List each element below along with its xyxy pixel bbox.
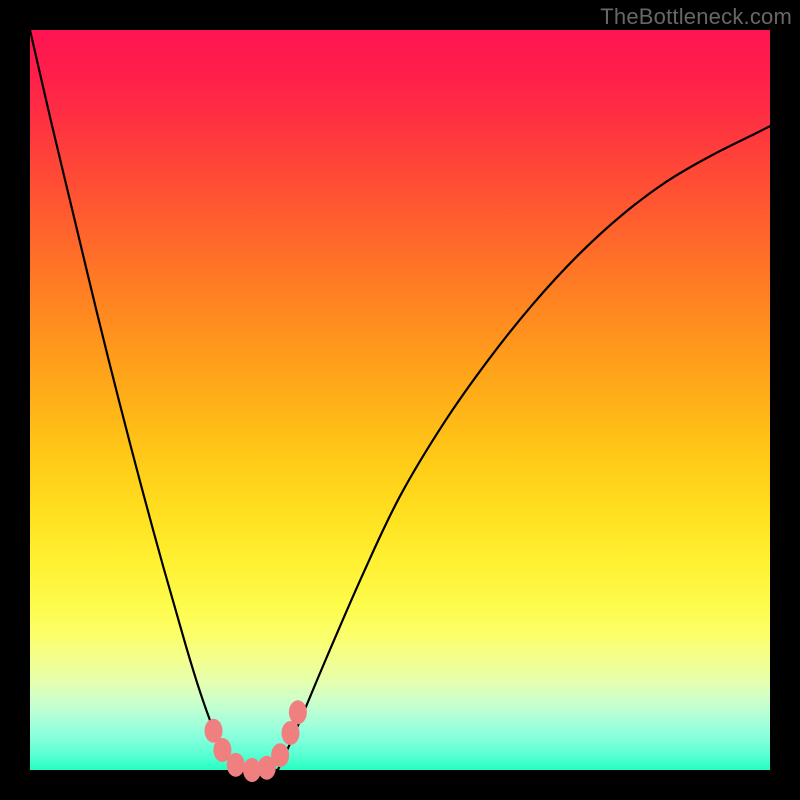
marker-group xyxy=(205,700,307,782)
bottleneck-curve xyxy=(30,30,770,773)
valley-marker xyxy=(271,743,289,767)
watermark-text: TheBottleneck.com xyxy=(600,4,792,30)
valley-marker xyxy=(227,753,245,777)
curve-group xyxy=(30,30,770,773)
chart-frame: TheBottleneck.com xyxy=(0,0,800,800)
curve-svg xyxy=(30,30,770,770)
plot-area xyxy=(30,30,770,770)
valley-marker xyxy=(281,721,299,745)
valley-marker xyxy=(289,700,307,724)
